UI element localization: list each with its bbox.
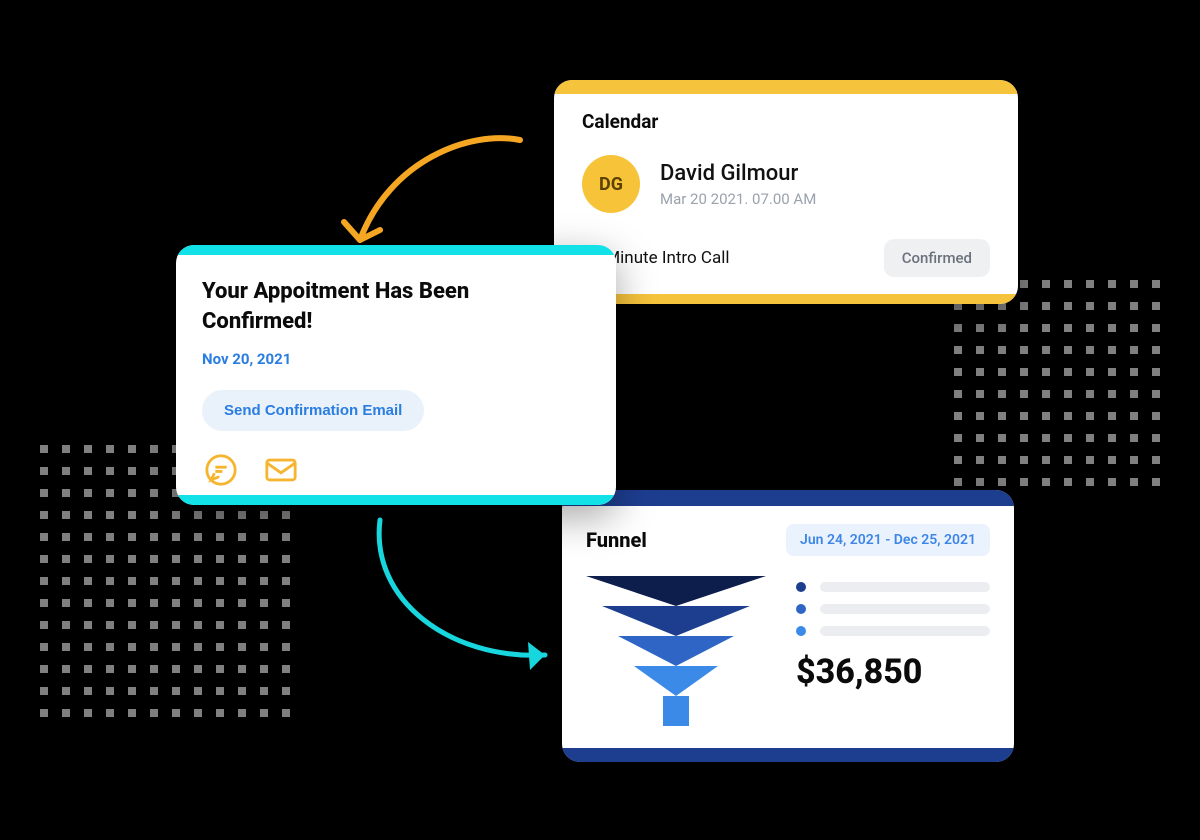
contact-avatar[interactable]: DG [582,155,640,213]
legend-line-2 [820,604,990,614]
legend-dot-3 [796,626,806,636]
funnel-stage-3 [618,636,734,666]
funnel-card-accent-bottom [562,748,1014,762]
legend-line-3 [820,626,990,636]
decorative-dots-right [954,280,1160,486]
legend-dot-1 [796,582,806,592]
send-confirmation-email-button[interactable]: Send Confirmation Email [202,390,424,431]
funnel-stem [663,696,689,726]
funnel-title: Funnel [586,528,647,552]
calendar-card-accent-bottom [554,294,1018,304]
funnel-legend-row-2 [796,604,990,614]
appointment-card: Your Appoitment Has Been Confirmed! Nov … [176,245,616,505]
funnel-amount: $36,850 [796,652,990,692]
funnel-legend-row-3 [796,626,990,636]
funnel-date-range[interactable]: Jun 24, 2021 - Dec 25, 2021 [786,524,990,556]
legend-line-1 [820,582,990,592]
chat-icon[interactable] [202,451,240,489]
funnel-stage-4 [634,666,718,696]
funnel-stage-2 [602,606,750,636]
funnel-chart [586,576,766,746]
funnel-card: Funnel Jun 24, 2021 - Dec 25, 2021 [562,490,1014,762]
arrow-calendar-to-appointment [330,130,530,270]
arrow-appointment-to-funnel [360,510,580,680]
funnel-card-accent-top [562,490,1014,506]
appointment-datetime: Mar 20 2021. 07.00 AM [660,190,816,208]
email-icon[interactable] [262,451,300,489]
appointment-date: Nov 20, 2021 [202,350,590,368]
calendar-title: Calendar [582,110,990,133]
funnel-legend-row-1 [796,582,990,592]
appointment-card-accent-bottom [176,495,616,505]
legend-dot-2 [796,604,806,614]
appointment-title: Your Appoitment Has Been Confirmed! [202,277,522,336]
funnel-stage-1 [586,576,766,606]
calendar-card: Calendar DG David Gilmour Mar 20 2021. 0… [554,80,1018,304]
contact-name: David Gilmour [660,161,816,186]
calendar-card-accent-top [554,80,1018,94]
status-badge: Confirmed [884,239,990,277]
